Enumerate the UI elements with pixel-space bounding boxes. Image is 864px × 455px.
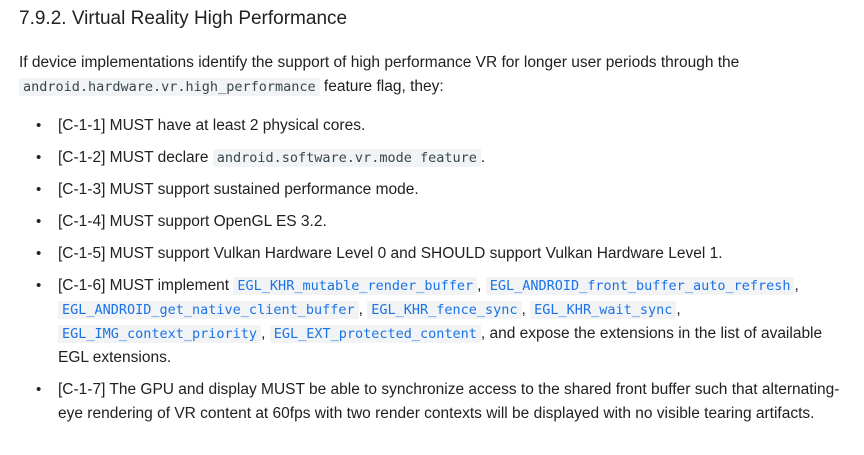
feature-flag-code: android.hardware.vr.high_performance — [19, 78, 320, 96]
requirement-text: [C-1-2] MUST declare — [58, 149, 213, 166]
separator: , — [261, 325, 270, 342]
egl-extension-link[interactable]: EGL_KHR_mutable_render_buffer — [233, 277, 478, 295]
bullet-icon: • — [36, 149, 42, 166]
egl-extension-link[interactable]: EGL_KHR_wait_sync — [530, 301, 677, 319]
bullet-icon: • — [36, 245, 42, 262]
requirement-c-1-3: • [C-1-3] MUST support sustained perform… — [36, 178, 846, 202]
separator: , — [794, 277, 799, 294]
requirement-c-1-7: • [C-1-7] The GPU and display MUST be ab… — [36, 378, 846, 426]
requirement-text: [C-1-4] MUST support OpenGL ES 3.2. — [58, 213, 327, 230]
requirement-text-end: . — [480, 149, 486, 166]
separator: , — [477, 277, 486, 294]
bullet-icon: • — [36, 381, 42, 398]
egl-extension-link[interactable]: EGL_ANDROID_front_buffer_auto_refresh — [485, 277, 795, 295]
requirement-c-1-2: • [C-1-2] MUST declare android.software.… — [36, 146, 846, 170]
requirements-list: • [C-1-1] MUST have at least 2 physical … — [36, 114, 846, 434]
egl-extension-link[interactable]: EGL_EXT_protected_content — [269, 325, 481, 343]
intro-paragraph: If device implementations identify the s… — [19, 51, 849, 99]
feature-code: android.software.vr.mode feature — [212, 149, 481, 167]
requirement-text: [C-1-6] MUST implement — [58, 277, 234, 294]
requirement-text: [C-1-3] MUST support sustained performan… — [58, 181, 419, 198]
requirement-text: [C-1-1] MUST have at least 2 physical co… — [58, 117, 366, 134]
requirement-c-1-6: • [C-1-6] MUST implement EGL_KHR_mutable… — [36, 274, 846, 370]
bullet-icon: • — [36, 117, 42, 134]
requirement-c-1-5: • [C-1-5] MUST support Vulkan Hardware L… — [36, 242, 846, 266]
separator: , — [358, 301, 368, 318]
requirement-c-1-1: • [C-1-1] MUST have at least 2 physical … — [36, 114, 846, 138]
section-heading: 7.9.2. Virtual Reality High Performance — [19, 8, 348, 29]
egl-extension-link[interactable]: EGL_KHR_fence_sync — [367, 301, 522, 319]
requirement-text: [C-1-7] The GPU and display MUST be able… — [58, 381, 840, 422]
bullet-icon: • — [36, 277, 42, 294]
separator: , — [521, 301, 531, 318]
requirement-c-1-4: • [C-1-4] MUST support OpenGL ES 3.2. — [36, 210, 846, 234]
intro-text: If device implementations identify the s… — [19, 54, 740, 71]
intro-text-end: feature flag, they: — [319, 78, 444, 95]
requirement-text: [C-1-5] MUST support Vulkan Hardware Lev… — [58, 245, 723, 262]
egl-extension-link[interactable]: EGL_IMG_context_priority — [58, 325, 262, 343]
egl-extension-link[interactable]: EGL_ANDROID_get_native_client_buffer — [58, 301, 359, 319]
separator: , — [676, 301, 681, 318]
bullet-icon: • — [36, 181, 42, 198]
bullet-icon: • — [36, 213, 42, 230]
